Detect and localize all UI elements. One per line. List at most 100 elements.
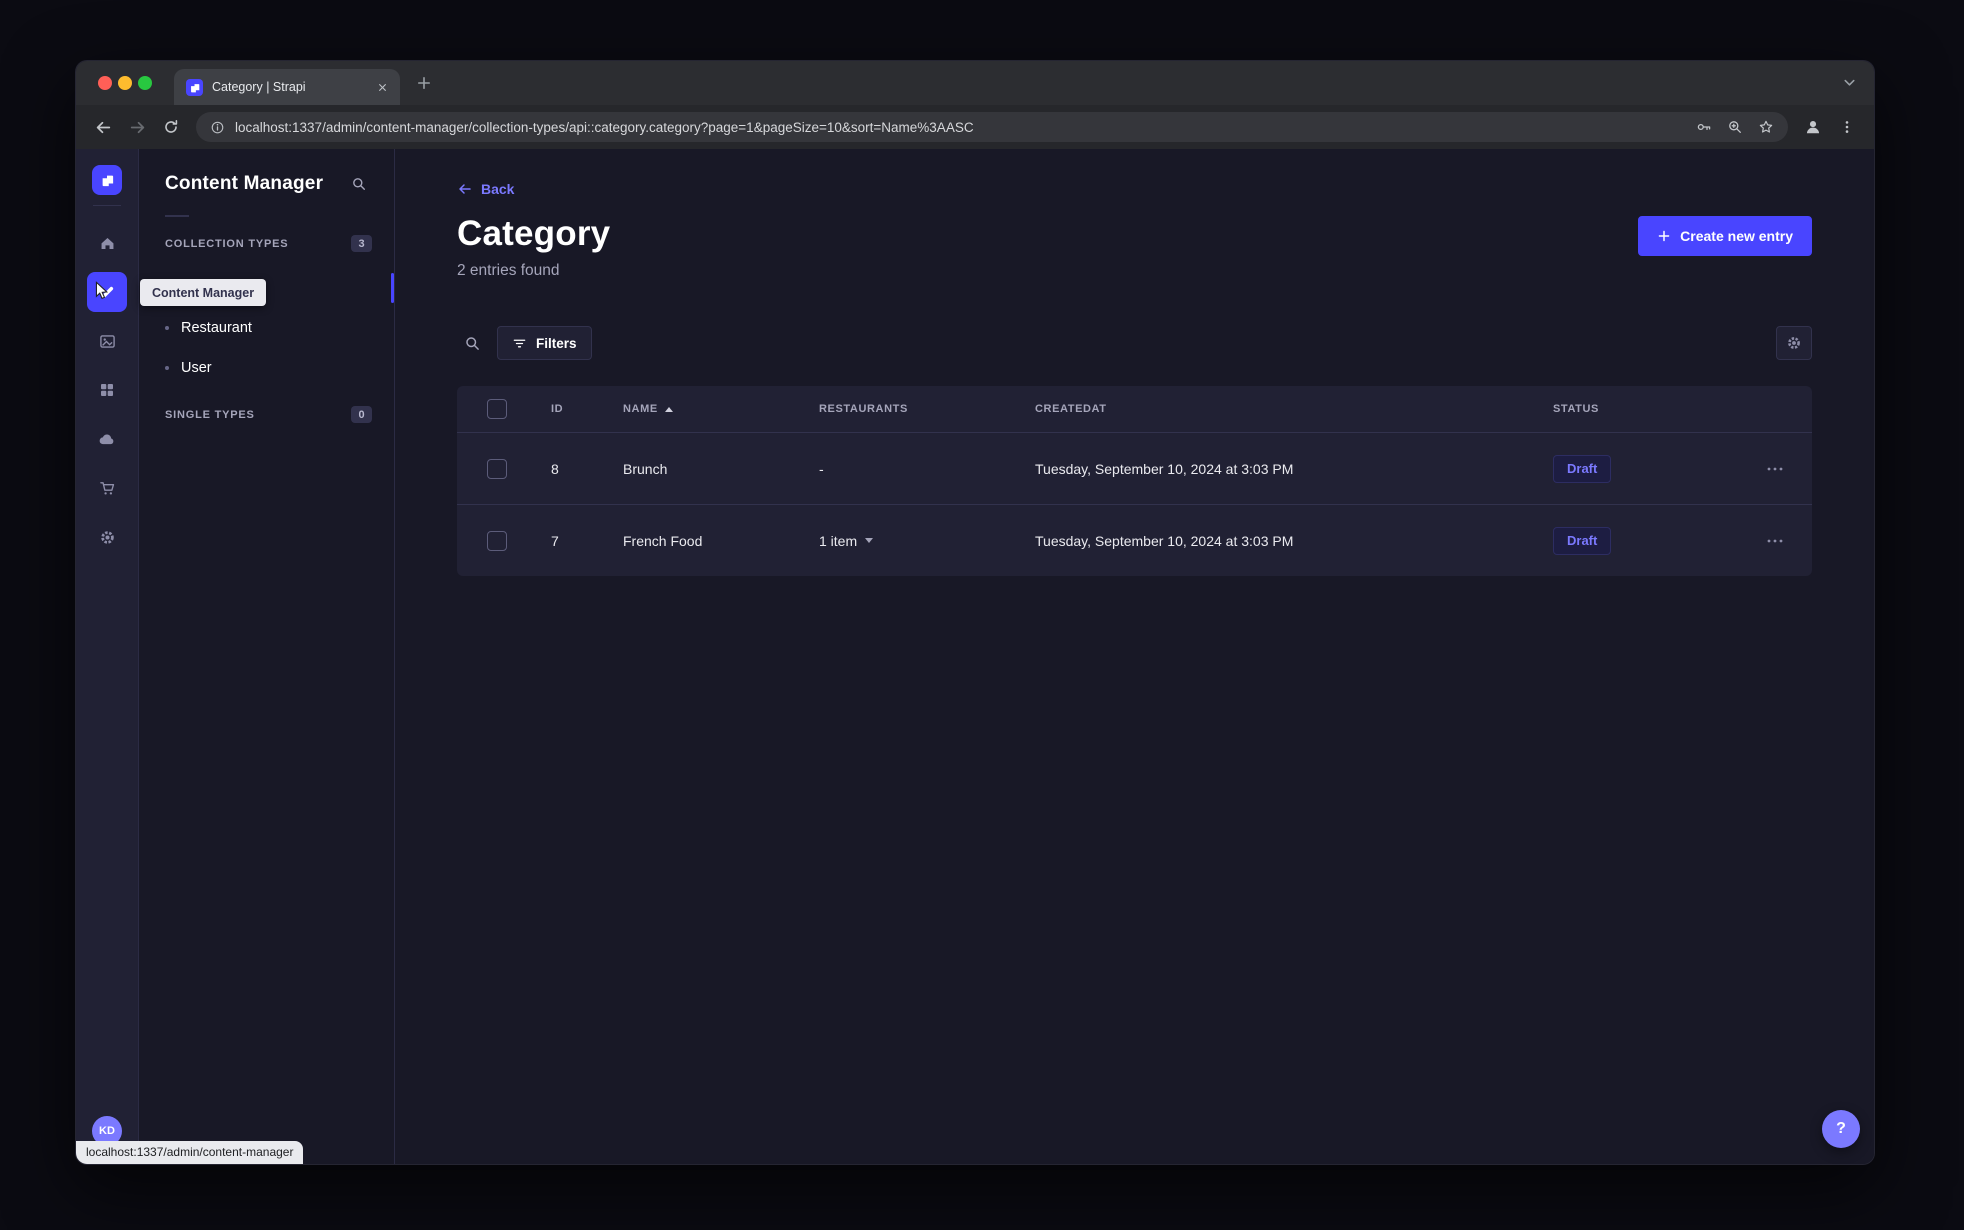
mouse-cursor-icon — [92, 281, 112, 301]
back-link[interactable]: Back — [457, 181, 514, 197]
nav-tooltip: Content Manager — [140, 279, 267, 306]
create-new-entry-button[interactable]: Create new entry — [1638, 216, 1812, 256]
new-tab-button[interactable] — [414, 73, 434, 93]
expand-caret-icon — [865, 538, 874, 543]
reload-icon[interactable] — [154, 110, 188, 144]
cell-restaurants: - — [819, 460, 824, 477]
list-actions: Filters — [457, 326, 1812, 360]
main-content: Back Category 2 entries found Create new… — [395, 149, 1874, 1164]
sidebar-item-user[interactable]: User — [139, 348, 394, 388]
table-row[interactable]: 7 French Food 1 item Tuesday, September … — [457, 504, 1812, 576]
row-checkbox[interactable] — [487, 458, 507, 479]
sort-ascending-icon — [664, 406, 673, 412]
status-badge: Draft — [1553, 454, 1612, 483]
cell-restaurants[interactable]: 1 item — [819, 533, 1035, 549]
entries-table: ID NAME RESTAURANTS CREATEDAT STATUS 8 B… — [457, 386, 1812, 576]
row-actions-kebab-icon[interactable] — [1723, 533, 1812, 549]
status-badge: Draft — [1553, 526, 1612, 555]
status-bubble: localhost:1337/admin/content-manager — [76, 1141, 304, 1164]
window-controls — [98, 76, 152, 90]
maximize-window-button[interactable] — [138, 76, 152, 90]
cell-id: 8 — [551, 460, 559, 477]
main-nav-rail: KD — [76, 149, 139, 1164]
bookmark-star-icon[interactable] — [1758, 119, 1774, 135]
subnav-search-icon[interactable] — [346, 171, 372, 197]
zoom-icon[interactable] — [1727, 119, 1743, 135]
page-header: Category 2 entries found Create new entr… — [457, 214, 1812, 280]
subnav-header: Content Manager — [139, 169, 394, 199]
search-icon[interactable] — [457, 328, 487, 358]
column-header-restaurants[interactable]: RESTAURANTS — [819, 403, 1035, 415]
strapi-logo[interactable] — [92, 165, 122, 195]
cell-createdat: Tuesday, September 10, 2024 at 3:03 PM — [1035, 460, 1294, 477]
cell-id: 7 — [551, 532, 559, 549]
settings-gear-icon[interactable] — [87, 517, 127, 557]
rail-divider — [93, 205, 121, 206]
tab-strip: Category | Strapi — [76, 61, 1874, 105]
tab-title: Category | Strapi — [212, 80, 306, 94]
row-select-cell — [457, 530, 537, 551]
minimize-window-button[interactable] — [118, 76, 132, 90]
media-library-icon[interactable] — [87, 321, 127, 361]
entries-count: 2 entries found — [457, 262, 560, 279]
browser-toolbar: localhost:1337/admin/content-manager/col… — [76, 105, 1874, 149]
rail-nav — [87, 223, 127, 557]
tab-close-icon[interactable] — [373, 78, 392, 97]
address-bar[interactable]: localhost:1337/admin/content-manager/col… — [196, 112, 1788, 142]
row-select-cell — [457, 458, 537, 479]
close-window-button[interactable] — [98, 76, 112, 90]
page-title: Category — [457, 214, 611, 253]
view-settings-gear-icon[interactable] — [1776, 326, 1812, 360]
select-all-cell — [457, 399, 537, 419]
subnav-title: Content Manager — [165, 173, 324, 194]
column-header-id[interactable]: ID — [537, 403, 609, 415]
help-button[interactable]: ? — [1822, 1110, 1860, 1148]
row-actions-kebab-icon[interactable] — [1723, 461, 1812, 477]
password-key-icon[interactable] — [1696, 119, 1712, 135]
section-label: COLLECTION TYPES — [165, 237, 289, 250]
create-button-label: Create new entry — [1680, 228, 1793, 244]
section-label: SINGLE TYPES — [165, 408, 255, 421]
omnibox-actions — [1696, 119, 1774, 135]
browser-menu-kebab-icon[interactable] — [1830, 110, 1864, 144]
table-header-row: ID NAME RESTAURANTS CREATEDAT STATUS — [457, 386, 1812, 432]
strapi-app: KD Content Manager COLLECTION TYPES 3 Re… — [76, 149, 1874, 1164]
browser-back-icon[interactable] — [86, 110, 120, 144]
back-label: Back — [481, 181, 515, 197]
browser-forward-icon[interactable] — [120, 110, 154, 144]
profile-avatar-icon[interactable] — [1796, 110, 1830, 144]
filters-button[interactable]: Filters — [497, 326, 592, 360]
filters-button-label: Filters — [536, 335, 577, 351]
sidebar-item-label: User — [181, 360, 212, 376]
cell-status: Draft — [1553, 454, 1723, 483]
section-count-badge: 3 — [351, 235, 372, 252]
bullet-icon — [165, 366, 169, 370]
cell-name: French Food — [623, 532, 703, 549]
row-checkbox[interactable] — [487, 530, 507, 551]
cell-createdat: Tuesday, September 10, 2024 at 3:03 PM — [1035, 532, 1294, 549]
site-info-icon[interactable] — [210, 120, 225, 135]
url-text: localhost:1337/admin/content-manager/col… — [235, 119, 974, 135]
tab-search-chevron-icon[interactable] — [1841, 74, 1858, 91]
column-header-createdat[interactable]: CREATEDAT — [1035, 403, 1553, 415]
browser-tab[interactable]: Category | Strapi — [174, 69, 400, 105]
cloud-icon[interactable] — [87, 419, 127, 459]
section-count-badge: 0 — [351, 406, 372, 423]
home-icon[interactable] — [87, 223, 127, 263]
select-all-checkbox[interactable] — [487, 399, 507, 419]
section-header: SINGLE TYPES 0 — [139, 406, 394, 423]
cell-name: Brunch — [623, 460, 668, 477]
sidebar-item-restaurant[interactable]: Restaurant — [139, 308, 394, 348]
column-header-name[interactable]: NAME — [609, 403, 819, 415]
marketplace-cart-icon[interactable] — [87, 468, 127, 508]
single-types-section: SINGLE TYPES 0 — [139, 406, 394, 423]
sidebar-item-label: Restaurant — [181, 320, 252, 336]
bullet-icon — [165, 326, 169, 330]
table-row[interactable]: 8 Brunch - Tuesday, September 10, 2024 a… — [457, 432, 1812, 504]
browser-window: Category | Strapi localhost:1337/admin/c… — [75, 60, 1875, 1165]
cell-status: Draft — [1553, 526, 1723, 555]
content-type-builder-icon[interactable] — [87, 370, 127, 410]
strapi-favicon-icon — [186, 78, 203, 96]
column-header-status[interactable]: STATUS — [1553, 403, 1723, 415]
subnav-divider — [165, 215, 189, 217]
